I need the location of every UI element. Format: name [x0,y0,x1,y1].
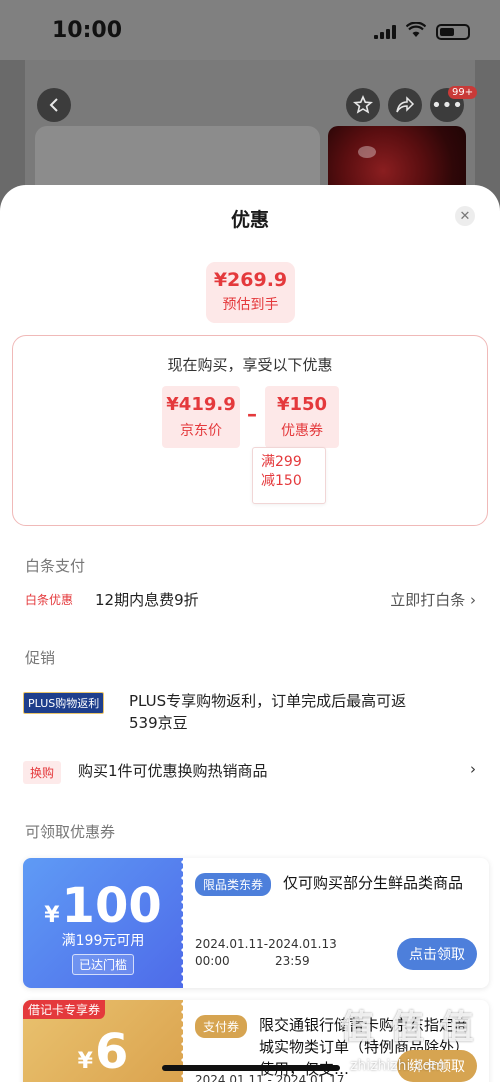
coupon-description: 仅可购买部分生鲜品类商品 [283,874,464,892]
breakdown-title: 现在购买，享受以下优惠 [167,356,333,374]
baitiao-action-link[interactable]: 立即打白条 › [390,589,476,610]
close-button[interactable]: ✕ [455,206,475,226]
share-button[interactable] [388,88,422,122]
coupon-condition-line1: 满299 [261,454,302,470]
coupon-time-start: 00:00 [195,954,230,968]
baitiao-tag: 白条优惠 [25,593,74,607]
cellular-signal-icon [374,25,396,39]
plus-tag: PLUS购物返利 [23,692,105,714]
coupon-validity: 2024.01.11-2024.01.13 00:00 23:59 [195,936,337,970]
estimated-price: ¥269.9 [213,269,288,291]
jd-price-label: 京东价 [180,423,222,439]
status-time: 10:00 [52,18,123,43]
back-arrow-icon [49,98,58,112]
claim-coupon-button[interactable]: 点击领取 [397,938,477,970]
status-icons [374,21,470,42]
sheet-title: 优惠 [230,209,269,231]
discount-sheet: 优惠 ✕ ¥269.9 预估到手 现在购买，享受以下优惠 ¥419.9 京东价 … [0,185,500,1082]
plus-rebate-text: PLUS专享购物返利，订单完成后最高可返 539京豆 [129,690,406,734]
coupon-perforation [181,858,185,988]
coupon-discount-box: ¥150 优惠券 [265,386,339,448]
coupon-time-end: 23:59 [275,954,310,968]
coupon-currency: ¥ [77,1049,93,1074]
coupon-card: ¥ 100 满199元可用 已达门槛 限品类东券 仅可购买部分生鲜品类商品 20… [23,858,489,988]
estimated-price-label: 预估到手 [222,297,279,313]
jd-price-box: ¥419.9 京东价 [162,386,240,448]
promo-section-title: 促销 [25,649,56,667]
home-indicator[interactable] [162,1065,340,1071]
status-bar: 10:00 [0,0,500,60]
estimated-price-box: ¥269.9 预估到手 [206,262,295,323]
watermark: 值 值 值 [340,1008,476,1048]
coupon-amount: 100 [61,878,162,934]
jd-price: ¥419.9 [166,394,236,415]
message-count-badge: 99+ [448,86,478,99]
coupon-condition-line2: 减150 [261,473,302,489]
coupon-date-start: 2024.01.11 [195,937,264,951]
plus-rebate-line2: 539京豆 [129,714,188,732]
swap-tag: 换购 [23,761,62,784]
coupon-type-tag: 限品类东券 [195,873,272,896]
favorite-button[interactable] [346,88,380,122]
back-button[interactable] [37,88,71,122]
coupon-type-tag: 支付券 [195,1015,248,1038]
coupon-threshold-state: 已达门槛 [71,954,134,975]
wifi-icon [405,21,427,42]
star-icon [353,95,373,114]
coupon-currency: ¥ [44,903,60,928]
coupon-date-start: 2024.01.11 [195,1073,264,1082]
coupon-validity: 2024.01.11 - 2024.01.17 [195,1072,344,1082]
baitiao-text: 12期内息费9折 [95,591,199,609]
coupon-condition: 满299 减150 [252,447,326,504]
watermark-url: zhizhizhi.com [350,1058,445,1074]
coupon-amount: 6 [94,1024,129,1080]
plus-rebate-line1: PLUS专享购物返利，订单完成后最高可返 [129,692,407,710]
price-breakdown: 现在购买，享受以下优惠 ¥419.9 京东价 – ¥150 优惠券 [12,335,488,526]
share-icon [396,96,415,113]
coupons-section-title: 可领取优惠券 [25,823,116,841]
swap-text[interactable]: 购买1件可优惠换购热销商品 [78,760,268,781]
coupon-date-end: 2024.01.13 [268,937,337,951]
baitiao-section-title: 白条支付 [25,557,86,575]
coupon-discount-label: 优惠券 [281,423,323,439]
battery-icon [436,24,470,40]
coupon-date-end: 2024.01.17 [275,1073,345,1082]
coupon-value-panel: ¥ 100 满199元可用 已达门槛 [23,858,183,988]
debit-card-tag: 借记卡专享券 [23,1000,106,1019]
close-icon: ✕ [459,208,471,224]
minus-sign: – [247,402,257,426]
swap-arrow-icon[interactable]: › [470,760,476,778]
coupon-discount: ¥150 [276,394,328,415]
